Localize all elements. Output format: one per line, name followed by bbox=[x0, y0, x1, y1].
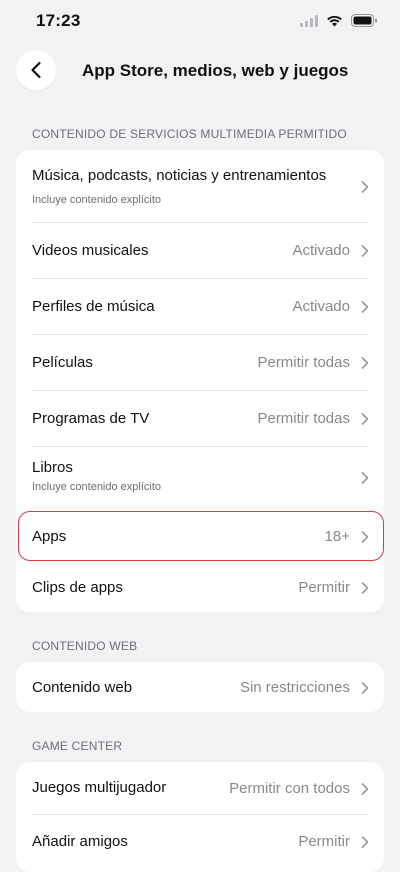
row-value: Activado bbox=[292, 298, 350, 315]
row-value: Permitir todas bbox=[257, 354, 350, 371]
chevron-right-icon bbox=[361, 357, 369, 369]
row-music-videos[interactable]: Videos musicales Activado bbox=[16, 223, 384, 278]
row-label: Añadir amigos bbox=[32, 833, 128, 850]
status-icons bbox=[300, 14, 378, 27]
nav-bar: App Store, medios, web y juegos bbox=[0, 47, 400, 93]
row-label: Música, podcasts, noticias y entrenamien… bbox=[32, 167, 327, 184]
row-label: Apps bbox=[32, 528, 67, 545]
chevron-right-icon bbox=[361, 301, 369, 313]
back-button[interactable] bbox=[16, 50, 56, 90]
battery-icon bbox=[351, 14, 377, 27]
chevron-right-icon bbox=[361, 682, 369, 694]
chevron-right-icon bbox=[361, 531, 369, 543]
row-music-podcasts[interactable]: Música, podcasts, noticias y entrenamien… bbox=[16, 150, 384, 222]
row-value: Permitir todas bbox=[257, 410, 350, 427]
row-add-friends[interactable]: Añadir amigos Permitir bbox=[16, 815, 384, 865]
row-label: Perfiles de música bbox=[32, 298, 155, 315]
row-apps[interactable]: Apps 18+ bbox=[16, 512, 384, 562]
chevron-right-icon bbox=[361, 413, 369, 425]
row-books[interactable]: Libros Incluye contenido explícito bbox=[16, 447, 384, 509]
chevron-right-icon bbox=[361, 836, 369, 848]
row-multiplayer[interactable]: Juegos multijugador Permitir con todos bbox=[16, 762, 384, 814]
section-header-media: CONTENIDO DE SERVICIOS MULTIMEDIA PERMIT… bbox=[32, 127, 347, 141]
row-label: Libros bbox=[32, 459, 73, 476]
row-value: Permitir con todos bbox=[229, 780, 350, 797]
row-label: Videos musicales bbox=[32, 242, 149, 259]
row-sublabel: Incluye contenido explícito bbox=[32, 481, 162, 493]
row-movies[interactable]: Películas Permitir todas bbox=[16, 335, 384, 390]
row-label: Clips de apps bbox=[32, 579, 123, 596]
wifi-icon bbox=[327, 15, 342, 26]
row-value: Activado bbox=[292, 242, 350, 259]
row-label: Contenido web bbox=[32, 679, 133, 696]
signal-icon bbox=[300, 14, 318, 27]
row-tv-shows[interactable]: Programas de TV Permitir todas bbox=[16, 391, 384, 446]
chevron-right-icon bbox=[361, 245, 369, 257]
row-music-profiles[interactable]: Perfiles de música Activado bbox=[16, 279, 384, 334]
row-label: Películas bbox=[32, 354, 93, 371]
media-card: Música, podcasts, noticias y entrenamien… bbox=[16, 150, 384, 612]
chevron-right-icon bbox=[361, 181, 369, 193]
page-title: App Store, medios, web y juegos bbox=[82, 61, 349, 80]
chevron-right-icon bbox=[361, 472, 369, 484]
row-app-clips[interactable]: Clips de apps Permitir bbox=[16, 562, 384, 612]
web-card: Contenido web Sin restricciones bbox=[16, 662, 384, 712]
row-web-content[interactable]: Contenido web Sin restricciones bbox=[16, 662, 384, 712]
chevron-right-icon bbox=[361, 582, 369, 594]
section-header-web: CONTENIDO WEB bbox=[32, 639, 138, 653]
row-label: Programas de TV bbox=[32, 410, 150, 427]
row-value: Permitir bbox=[298, 833, 350, 850]
row-value: Sin restricciones bbox=[239, 679, 350, 696]
chevron-right-icon bbox=[361, 783, 369, 795]
row-value: Permitir bbox=[298, 579, 350, 596]
status-time: 17:23 bbox=[36, 11, 81, 30]
row-sublabel: Incluye contenido explícito bbox=[32, 194, 162, 206]
game-center-card: Juegos multijugador Permitir con todos A… bbox=[16, 762, 384, 872]
row-value: 18+ bbox=[324, 528, 350, 545]
section-header-game-center: GAME CENTER bbox=[32, 739, 123, 753]
chevron-left-icon bbox=[31, 61, 41, 79]
status-bar: 17:23 bbox=[0, 0, 400, 44]
row-label: Juegos multijugador bbox=[32, 779, 167, 796]
